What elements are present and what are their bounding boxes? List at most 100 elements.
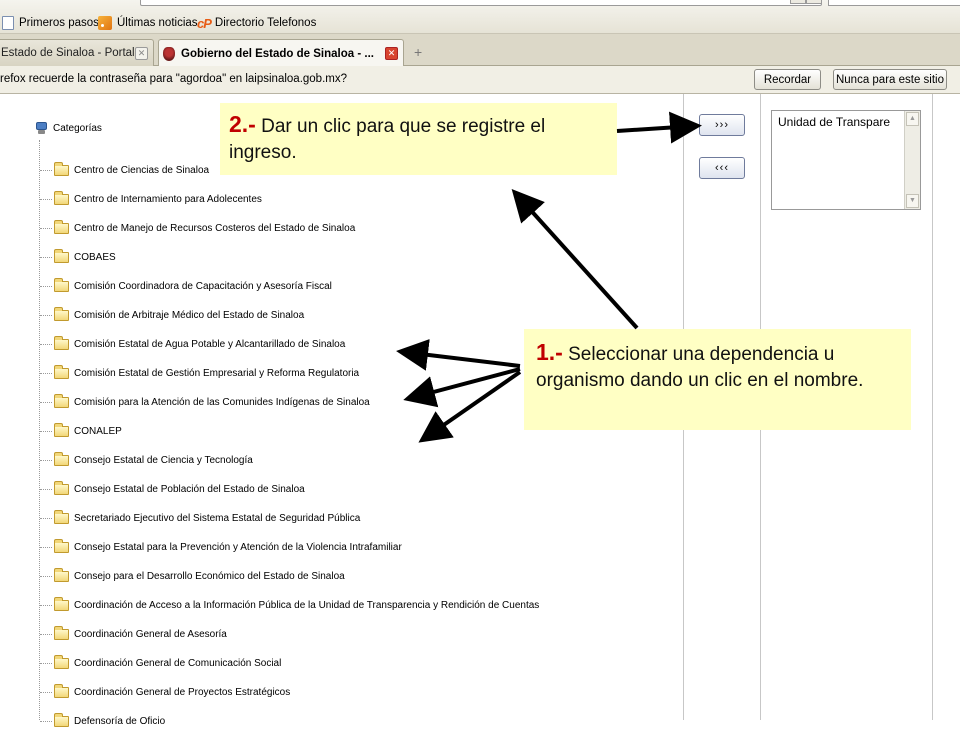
- folder-icon: [54, 364, 69, 379]
- tree-connector: [40, 518, 52, 520]
- tree-connector: [40, 401, 52, 403]
- notification-text: refox recuerde la contraseña para "agord…: [0, 73, 347, 85]
- tree-item-label: Defensoría de Oficio: [74, 716, 166, 728]
- tree-item[interactable]: Comisión Estatal de Gestión Empresarial …: [40, 364, 359, 382]
- callout-text: Dar un clic para que se registre el ingr…: [229, 116, 546, 163]
- tree-item-label: Comisión para la Atención de las Comunid…: [74, 396, 370, 408]
- tree-item-label: Coordinación General de Comunicación Soc…: [74, 658, 282, 670]
- tree-item[interactable]: Comisión Estatal de Agua Potable y Alcan…: [40, 335, 345, 353]
- folder-icon: [54, 626, 69, 641]
- scroll-up-icon[interactable]: ▲: [906, 112, 919, 126]
- tree-item[interactable]: Defensoría de Oficio: [40, 713, 165, 731]
- tree-item[interactable]: COBAES: [40, 248, 116, 266]
- tree-connector: [40, 489, 52, 491]
- tree-connector: [40, 343, 52, 345]
- tree-item[interactable]: Secretariado Ejecutivo del Sistema Estat…: [40, 510, 360, 528]
- favicon-icon: [163, 46, 175, 61]
- rss-icon: [98, 16, 112, 30]
- folder-icon: [54, 452, 69, 466]
- tree-item[interactable]: Centro de Internamiento para Adolecentes: [40, 190, 262, 208]
- tree-item[interactable]: Comisión de Arbitraje Médico del Estado …: [40, 306, 304, 324]
- tree-connector: [40, 663, 52, 665]
- bookmark-directorio-telefonos[interactable]: cP Directorio Telefonos: [197, 14, 316, 32]
- bookmark-label: Directorio Telefonos: [214, 17, 317, 29]
- folder-icon: [54, 248, 69, 263]
- tree-connector: [40, 227, 52, 229]
- tree-item[interactable]: Consejo para el Desarrollo Económico del…: [40, 568, 345, 586]
- remove-button[interactable]: ‹‹‹: [699, 157, 745, 179]
- never-for-site-button[interactable]: Nunca para este sitio: [833, 69, 947, 90]
- tree-item[interactable]: Comisión Coordinadora de Capacitación y …: [40, 277, 332, 295]
- tab-gobierno[interactable]: Gobierno del Estado de Sinaloa - ... ✕: [158, 39, 404, 67]
- folder-icon: [54, 481, 69, 496]
- tab-label: Gobierno del Estado de Sinaloa - ...: [181, 47, 374, 60]
- tree-connector: [40, 198, 52, 200]
- tree-item[interactable]: Centro de Ciencias de Sinaloa: [40, 161, 209, 179]
- tab-label: Estado de Sinaloa - Portal ...: [1, 47, 148, 59]
- tree-connector: [40, 460, 52, 461]
- url-dropdown-button[interactable]: [790, 0, 806, 4]
- tree-item[interactable]: Coordinación General de Asesoría: [40, 626, 227, 644]
- folder-icon: [54, 655, 69, 670]
- tree-item[interactable]: Comisión para la Atención de las Comunid…: [40, 393, 370, 411]
- tree-item-label: Coordinación General de Asesoría: [74, 629, 227, 641]
- tree-item[interactable]: Coordinación de Acceso a la Información …: [40, 597, 539, 615]
- new-tab-icon[interactable]: +: [414, 44, 422, 60]
- tree-item[interactable]: Consejo Estatal para la Prevención y Ate…: [40, 539, 402, 557]
- callout-step-2: 2.- Dar un clic para que se registre el …: [220, 103, 617, 175]
- tree-item-label: COBAES: [74, 251, 116, 263]
- tree-root[interactable]: Categorías: [35, 122, 102, 135]
- folder-icon: [54, 277, 69, 292]
- tree-item-label: Comisión de Arbitraje Médico del Estado …: [74, 309, 305, 321]
- scroll-down-icon[interactable]: ▼: [906, 194, 919, 208]
- folder-icon: [54, 422, 69, 437]
- folder-icon: [54, 684, 69, 699]
- tree-item-label: Centro de Ciencias de Sinaloa: [74, 164, 210, 176]
- tree-item[interactable]: Consejo Estatal de Población del Estado …: [40, 481, 305, 499]
- selected-list[interactable]: Unidad de Transpare ▲ ▼: [771, 110, 921, 210]
- tree-connector: [40, 547, 52, 549]
- tree-connector: [40, 721, 52, 723]
- tree-connector: [40, 314, 52, 316]
- folder-icon: [54, 713, 69, 728]
- callout-text: Seleccionar una dependencia u organismo …: [536, 344, 864, 391]
- url-bar[interactable]: [140, 0, 822, 6]
- folder-icon: [54, 510, 69, 525]
- tree-connector: [40, 605, 52, 607]
- tree-connector: [40, 576, 52, 578]
- go-button[interactable]: [806, 0, 822, 4]
- remember-button[interactable]: Recordar: [754, 69, 821, 90]
- tree-item-label: Secretariado Ejecutivo del Sistema Estat…: [74, 513, 361, 525]
- tree-item-label: Centro de Manejo de Recursos Costeros de…: [74, 222, 356, 234]
- add-button[interactable]: ›››: [699, 114, 745, 136]
- tab-portal[interactable]: Estado de Sinaloa - Portal ... ✕: [0, 39, 154, 66]
- tree-connector: [40, 692, 52, 694]
- tree-item[interactable]: CONALEP: [40, 422, 122, 440]
- tree-item-label: Comisión Estatal de Gestión Empresarial …: [74, 367, 360, 379]
- tab-bar: Estado de Sinaloa - Portal ... ✕ Gobiern…: [0, 34, 960, 67]
- page-icon: [2, 16, 14, 30]
- folder-icon: [54, 335, 69, 350]
- tree-item[interactable]: Coordinación General de Comunicación Soc…: [40, 655, 281, 673]
- arrow-to-list-item: [396, 338, 521, 371]
- tree-item[interactable]: Centro de Manejo de Recursos Costeros de…: [40, 219, 355, 237]
- arrow-to-callout-2: [511, 189, 639, 330]
- tree-item-label: Centro de Internamiento para Adolecentes: [74, 193, 262, 205]
- bookmark-ultimas-noticias[interactable]: Últimas noticias: [98, 14, 198, 32]
- tree-item-label: Comisión Estatal de Agua Potable y Alcan…: [74, 338, 346, 350]
- tree-item-label: CONALEP: [74, 425, 122, 437]
- close-icon[interactable]: ✕: [135, 47, 148, 60]
- scrollbar[interactable]: ▲ ▼: [904, 111, 920, 209]
- tree-connector: [40, 256, 52, 258]
- close-icon[interactable]: ✕: [385, 47, 398, 60]
- tree-item[interactable]: Coordinación General de Proyectos Estrat…: [40, 684, 290, 702]
- tree-item-label: Consejo Estatal de Ciencia y Tecnología: [74, 455, 253, 466]
- tree-item-label: Coordinación de Acceso a la Información …: [74, 600, 540, 612]
- search-bar[interactable]: [828, 0, 960, 6]
- callout-step-1: 1.- Seleccionar una dependencia u organi…: [524, 329, 911, 430]
- selected-list-item[interactable]: Unidad de Transpare: [778, 115, 890, 129]
- tree-item[interactable]: Consejo Estatal de Ciencia y Tecnología: [40, 452, 253, 470]
- tree-item-label: Comisión Coordinadora de Capacitación y …: [74, 280, 332, 292]
- folder-icon: [54, 597, 69, 612]
- bookmark-primeros-pasos[interactable]: Primeros pasos: [2, 14, 99, 32]
